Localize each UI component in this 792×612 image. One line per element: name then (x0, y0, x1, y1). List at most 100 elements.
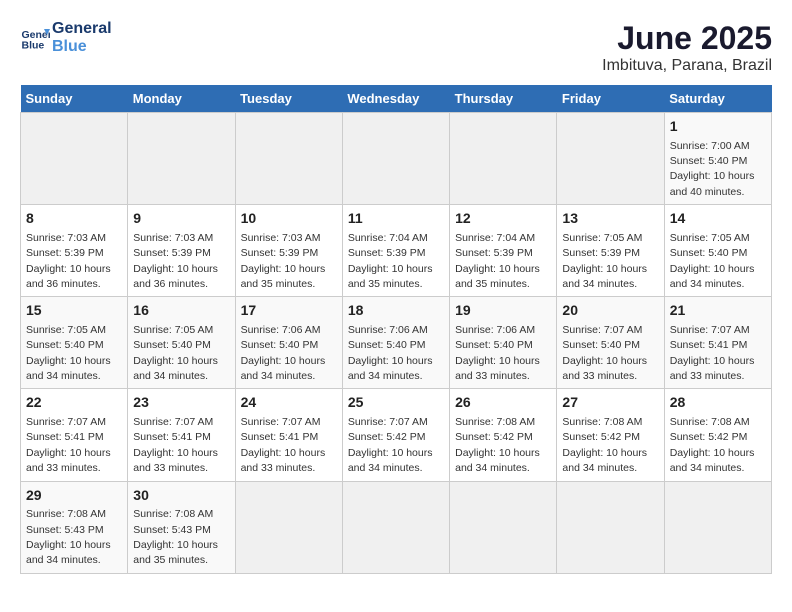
sunrise-info: Sunrise: 7:00 AM (670, 140, 750, 152)
calendar-week-row: 22 Sunrise: 7:07 AM Sunset: 5:41 PM Dayl… (21, 389, 772, 481)
day-header: Sunday (21, 85, 128, 113)
sunrise-info: Sunrise: 7:05 AM (133, 324, 213, 336)
sunrise-info: Sunrise: 7:08 AM (455, 416, 535, 428)
daylight-info: Daylight: 10 hours and 33 minutes. (670, 355, 755, 382)
day-number: 28 (670, 393, 766, 413)
day-number: 1 (670, 117, 766, 137)
calendar-cell (342, 113, 449, 205)
svg-text:Blue: Blue (22, 40, 45, 52)
daylight-info: Daylight: 10 hours and 35 minutes. (455, 263, 540, 290)
logo-line2: Blue (52, 38, 112, 56)
day-header: Monday (128, 85, 235, 113)
calendar-week-row: 8 Sunrise: 7:03 AM Sunset: 5:39 PM Dayli… (21, 205, 772, 297)
sunset-info: Sunset: 5:41 PM (670, 339, 748, 351)
calendar-cell: 19 Sunrise: 7:06 AM Sunset: 5:40 PM Dayl… (450, 297, 557, 389)
day-number: 15 (26, 301, 122, 321)
day-number: 17 (241, 301, 337, 321)
day-number: 22 (26, 393, 122, 413)
day-header: Tuesday (235, 85, 342, 113)
calendar-cell: 8 Sunrise: 7:03 AM Sunset: 5:39 PM Dayli… (21, 205, 128, 297)
sunrise-info: Sunrise: 7:07 AM (348, 416, 428, 428)
day-number: 18 (348, 301, 444, 321)
sunset-info: Sunset: 5:42 PM (670, 431, 748, 443)
sunrise-info: Sunrise: 7:07 AM (670, 324, 750, 336)
sunset-info: Sunset: 5:42 PM (348, 431, 426, 443)
day-number: 14 (670, 209, 766, 229)
day-number: 13 (562, 209, 658, 229)
calendar-title: June 2025 (602, 20, 772, 57)
sunrise-info: Sunrise: 7:06 AM (241, 324, 321, 336)
calendar-cell: 13 Sunrise: 7:05 AM Sunset: 5:39 PM Dayl… (557, 205, 664, 297)
calendar-cell: 25 Sunrise: 7:07 AM Sunset: 5:42 PM Dayl… (342, 389, 449, 481)
daylight-info: Daylight: 10 hours and 34 minutes. (562, 447, 647, 474)
calendar-cell: 21 Sunrise: 7:07 AM Sunset: 5:41 PM Dayl… (664, 297, 771, 389)
day-number: 29 (26, 486, 122, 506)
day-header: Thursday (450, 85, 557, 113)
day-header: Wednesday (342, 85, 449, 113)
calendar-cell: 16 Sunrise: 7:05 AM Sunset: 5:40 PM Dayl… (128, 297, 235, 389)
calendar-cell: 23 Sunrise: 7:07 AM Sunset: 5:41 PM Dayl… (128, 389, 235, 481)
sunrise-info: Sunrise: 7:07 AM (133, 416, 213, 428)
day-number: 24 (241, 393, 337, 413)
calendar-cell: 17 Sunrise: 7:06 AM Sunset: 5:40 PM Dayl… (235, 297, 342, 389)
calendar-subtitle: Imbituva, Parana, Brazil (602, 57, 772, 75)
sunrise-info: Sunrise: 7:07 AM (241, 416, 321, 428)
day-number: 8 (26, 209, 122, 229)
calendar-cell: 27 Sunrise: 7:08 AM Sunset: 5:42 PM Dayl… (557, 389, 664, 481)
sunset-info: Sunset: 5:39 PM (241, 247, 319, 259)
daylight-info: Daylight: 10 hours and 40 minutes. (670, 170, 755, 197)
day-number: 23 (133, 393, 229, 413)
calendar-cell: 15 Sunrise: 7:05 AM Sunset: 5:40 PM Dayl… (21, 297, 128, 389)
sunrise-info: Sunrise: 7:04 AM (348, 232, 428, 244)
calendar-cell: 28 Sunrise: 7:08 AM Sunset: 5:42 PM Dayl… (664, 389, 771, 481)
calendar-cell: 29 Sunrise: 7:08 AM Sunset: 5:43 PM Dayl… (21, 481, 128, 573)
calendar-body: 1 Sunrise: 7:00 AM Sunset: 5:40 PM Dayli… (21, 113, 772, 574)
sunset-info: Sunset: 5:39 PM (348, 247, 426, 259)
sunset-info: Sunset: 5:40 PM (670, 247, 748, 259)
day-number: 26 (455, 393, 551, 413)
sunset-info: Sunset: 5:42 PM (455, 431, 533, 443)
daylight-info: Daylight: 10 hours and 35 minutes. (241, 263, 326, 290)
sunrise-info: Sunrise: 7:08 AM (26, 508, 106, 520)
sunset-info: Sunset: 5:40 PM (133, 339, 211, 351)
sunrise-info: Sunrise: 7:05 AM (670, 232, 750, 244)
calendar-cell (557, 113, 664, 205)
calendar-cell: 10 Sunrise: 7:03 AM Sunset: 5:39 PM Dayl… (235, 205, 342, 297)
sunset-info: Sunset: 5:39 PM (562, 247, 640, 259)
sunrise-info: Sunrise: 7:08 AM (670, 416, 750, 428)
sunrise-info: Sunrise: 7:06 AM (348, 324, 428, 336)
daylight-info: Daylight: 10 hours and 33 minutes. (133, 447, 218, 474)
day-header: Friday (557, 85, 664, 113)
calendar-cell: 18 Sunrise: 7:06 AM Sunset: 5:40 PM Dayl… (342, 297, 449, 389)
daylight-info: Daylight: 10 hours and 34 minutes. (26, 355, 111, 382)
daylight-info: Daylight: 10 hours and 34 minutes. (26, 539, 111, 566)
daylight-info: Daylight: 10 hours and 33 minutes. (241, 447, 326, 474)
sunrise-info: Sunrise: 7:05 AM (26, 324, 106, 336)
calendar-cell: 14 Sunrise: 7:05 AM Sunset: 5:40 PM Dayl… (664, 205, 771, 297)
day-number: 19 (455, 301, 551, 321)
sunset-info: Sunset: 5:40 PM (26, 339, 104, 351)
calendar-cell: 24 Sunrise: 7:07 AM Sunset: 5:41 PM Dayl… (235, 389, 342, 481)
daylight-info: Daylight: 10 hours and 33 minutes. (455, 355, 540, 382)
day-number: 10 (241, 209, 337, 229)
calendar-cell (450, 113, 557, 205)
daylight-info: Daylight: 10 hours and 34 minutes. (670, 447, 755, 474)
daylight-info: Daylight: 10 hours and 36 minutes. (26, 263, 111, 290)
sunset-info: Sunset: 5:39 PM (26, 247, 104, 259)
sunset-info: Sunset: 5:42 PM (562, 431, 640, 443)
calendar-cell: 30 Sunrise: 7:08 AM Sunset: 5:43 PM Dayl… (128, 481, 235, 573)
sunrise-info: Sunrise: 7:04 AM (455, 232, 535, 244)
daylight-info: Daylight: 10 hours and 34 minutes. (348, 447, 433, 474)
sunrise-info: Sunrise: 7:03 AM (241, 232, 321, 244)
calendar-cell: 1 Sunrise: 7:00 AM Sunset: 5:40 PM Dayli… (664, 113, 771, 205)
sunset-info: Sunset: 5:39 PM (455, 247, 533, 259)
logo-line1: General (52, 20, 112, 38)
day-number: 21 (670, 301, 766, 321)
calendar-week-row: 1 Sunrise: 7:00 AM Sunset: 5:40 PM Dayli… (21, 113, 772, 205)
sunset-info: Sunset: 5:41 PM (133, 431, 211, 443)
logo: General Blue General Blue (20, 20, 112, 56)
sunset-info: Sunset: 5:40 PM (241, 339, 319, 351)
sunrise-info: Sunrise: 7:03 AM (26, 232, 106, 244)
calendar-cell: 9 Sunrise: 7:03 AM Sunset: 5:39 PM Dayli… (128, 205, 235, 297)
sunset-info: Sunset: 5:40 PM (348, 339, 426, 351)
